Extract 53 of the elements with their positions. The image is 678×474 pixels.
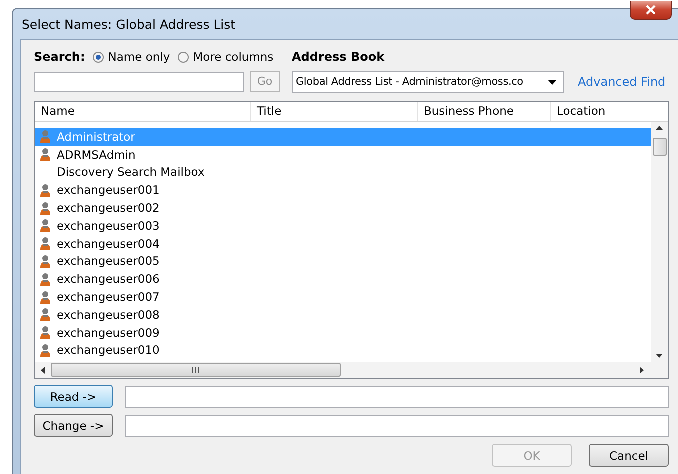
search-option[interactable]: More columns (178, 50, 274, 64)
person-icon (40, 202, 51, 215)
grip-icon (192, 367, 200, 373)
recipient-button[interactable]: Read -> (34, 385, 113, 408)
close-icon (645, 5, 657, 15)
person-icon (40, 272, 51, 286)
contact-row[interactable]: exchangeuser001 (35, 181, 651, 200)
scroll-down-icon (656, 354, 663, 358)
scroll-up-icon (656, 126, 663, 130)
contact-row[interactable]: exchangeuser006 (35, 270, 651, 288)
recipient-field[interactable] (125, 386, 669, 408)
contact-row[interactable]: exchangeuser010 (35, 342, 651, 360)
dialog-button[interactable]: Cancel (589, 444, 669, 467)
advanced-find-link[interactable]: Advanced Find (578, 75, 666, 89)
contact-row[interactable]: exchangeuser005 (35, 252, 651, 270)
scroll-thumb[interactable] (652, 138, 666, 156)
contact-row[interactable]: ADRMSAdmin (35, 146, 651, 164)
search-option[interactable]: Name only (93, 50, 170, 64)
search-label: Search: (34, 50, 86, 64)
window-title: Select Names: Global Address List (21, 16, 236, 32)
address-book-dropdown[interactable]: Global Address List - Administrator@moss.co (292, 71, 564, 93)
person-icon (40, 184, 51, 197)
horizontal-scrollbar[interactable] (35, 362, 668, 378)
column-header[interactable]: Name (35, 102, 251, 121)
address-book-label: Address Book (292, 49, 386, 66)
contact-row[interactable]: exchangeuser004 (35, 234, 651, 253)
recipient-field[interactable] (125, 414, 669, 436)
column-header[interactable]: Business Phone (418, 102, 551, 121)
contact-row[interactable]: exchangeuser003 (35, 216, 651, 235)
search-field[interactable] (34, 72, 244, 92)
person-icon (40, 308, 51, 322)
vertical-scrollbar[interactable] (651, 122, 668, 362)
person-icon (40, 254, 51, 268)
contact-row[interactable]: exchangeuser008 (35, 306, 651, 324)
contact-row[interactable]: exchangeuser007 (35, 288, 651, 306)
contact-row[interactable]: exchangeuser009 (35, 324, 651, 342)
scroll-right-icon (640, 366, 644, 374)
scroll-left-icon (41, 366, 45, 374)
close-button[interactable] (630, 1, 672, 20)
person-icon (40, 237, 51, 250)
person-icon (40, 219, 51, 232)
person-icon (40, 130, 51, 144)
person-icon (40, 148, 51, 162)
caret-icon (548, 80, 557, 84)
contact-row[interactable]: exchangeuser002 (35, 199, 651, 217)
column-header[interactable]: Location (551, 102, 668, 121)
person-icon (40, 344, 51, 357)
person-icon (40, 326, 51, 340)
person-icon (40, 290, 51, 304)
column-header[interactable]: Title (251, 102, 418, 121)
scroll-thumb[interactable] (51, 363, 341, 377)
recipient-button[interactable]: Change -> (34, 414, 113, 437)
contact-row[interactable]: Discovery Search Mailbox (35, 164, 651, 182)
